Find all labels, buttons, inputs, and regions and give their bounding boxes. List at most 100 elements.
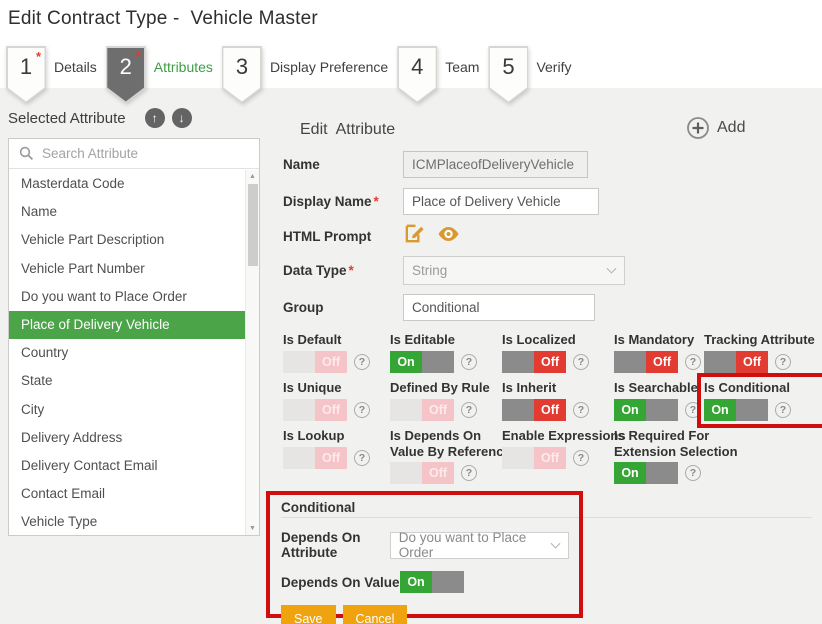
- conditional-section-annotation-box: Conditional Depends On Attribute Do you …: [266, 491, 583, 618]
- data-type-select[interactable]: String: [403, 256, 625, 285]
- help-icon[interactable]: ?: [573, 450, 589, 466]
- help-icon[interactable]: ?: [775, 354, 791, 370]
- toggle-switch[interactable]: On: [614, 399, 678, 421]
- move-down-button[interactable]: ↓: [172, 108, 192, 128]
- attribute-list-item[interactable]: Vehicle Part Number: [9, 255, 245, 283]
- name-input[interactable]: ICMPlaceofDeliveryVehicle: [403, 151, 588, 178]
- scrollbar[interactable]: ▲ ▼: [245, 170, 259, 535]
- wizard-step[interactable]: 1 * Details: [6, 46, 106, 103]
- toggle-label: Is Editable: [390, 332, 498, 348]
- attribute-list-item[interactable]: Masterdata Code: [9, 170, 245, 198]
- wizard-step[interactable]: 4 Team: [397, 46, 488, 103]
- attribute-list-item[interactable]: Delivery Contact Email: [9, 452, 245, 480]
- toggle-label: Is Searchable: [614, 380, 700, 396]
- toggle-switch[interactable]: On: [390, 351, 454, 373]
- step-badge[interactable]: 4: [397, 46, 437, 103]
- step-number: 4: [397, 46, 437, 88]
- toggle-field: Tracking Attribute Off ?: [704, 332, 820, 373]
- toggle-switch[interactable]: Off: [390, 462, 454, 484]
- group-label: Group: [283, 300, 403, 315]
- depends-on-attribute-row: Depends On Attribute Do you want to Plac…: [281, 530, 569, 560]
- attribute-list-item[interactable]: Country: [9, 339, 245, 367]
- sidebar-heading: Selected Attribute: [8, 110, 126, 127]
- attribute-list-item[interactable]: Vehicle Part Description: [9, 226, 245, 254]
- step-badge[interactable]: 1 *: [6, 46, 46, 103]
- toggle-switch[interactable]: Off: [283, 447, 347, 469]
- toggle-field: Defined By Rule Off ?: [390, 380, 502, 421]
- toggle-label: Is Unique: [283, 380, 386, 396]
- toggle-switch[interactable]: Off: [502, 447, 566, 469]
- toggle-switch[interactable]: Off: [704, 351, 768, 373]
- depends-on-value-toggle[interactable]: On: [400, 571, 464, 593]
- wizard-step[interactable]: 2 * Attributes: [106, 46, 222, 103]
- help-icon[interactable]: ?: [354, 402, 370, 418]
- save-button[interactable]: Save: [281, 605, 336, 624]
- toggle-switch[interactable]: Off: [283, 351, 347, 373]
- search-input[interactable]: Search Attribute: [9, 139, 259, 169]
- scroll-up-icon[interactable]: ▲: [246, 173, 259, 180]
- toggle-switch[interactable]: Off: [390, 399, 454, 421]
- attribute-list-item[interactable]: Place of Delivery Vehicle: [9, 311, 245, 339]
- scroll-down-icon[interactable]: ▼: [246, 525, 259, 532]
- toggle-label: Is Mandatory: [614, 332, 700, 348]
- toggle-label: Defined By Rule: [390, 380, 498, 396]
- help-icon[interactable]: ?: [354, 450, 370, 466]
- help-icon[interactable]: ?: [354, 354, 370, 370]
- depends-on-attribute-select[interactable]: Do you want to Place Order: [390, 532, 569, 559]
- help-icon[interactable]: ?: [573, 354, 589, 370]
- attribute-list-item[interactable]: Contact Email: [9, 480, 245, 508]
- attribute-list-item[interactable]: Name: [9, 198, 245, 226]
- html-prompt-label: HTML Prompt: [283, 229, 403, 244]
- help-icon[interactable]: ?: [685, 354, 701, 370]
- required-asterisk: *: [349, 263, 354, 278]
- help-icon[interactable]: ?: [685, 402, 701, 418]
- toggle-switch[interactable]: Off: [502, 351, 566, 373]
- toggle-switch[interactable]: Off: [283, 399, 347, 421]
- data-type-field-row: Data Type* String: [283, 256, 625, 284]
- arrow-up-icon: ↑: [152, 111, 158, 125]
- wizard-step[interactable]: 3 Display Preference: [222, 46, 397, 103]
- toggle-field: Is Default Off ?: [283, 332, 390, 373]
- content-area: Selected Attribute ↑ ↓ Search Attribute …: [0, 88, 822, 624]
- toggle-switch[interactable]: On: [704, 399, 768, 421]
- group-input[interactable]: Conditional: [403, 294, 595, 321]
- required-asterisk: *: [374, 194, 379, 209]
- edit-html-prompt-button[interactable]: [403, 222, 426, 250]
- toggle-field: Is Inherit Off ?: [502, 380, 614, 421]
- step-label: Verify: [528, 46, 580, 88]
- attribute-list-item[interactable]: Vehicle Type: [9, 508, 245, 535]
- toggle-label: Is Required For: [614, 428, 700, 444]
- wizard-step[interactable]: 5 Verify: [488, 46, 580, 103]
- toggle-switch[interactable]: Off: [614, 351, 678, 373]
- toggle-field: Enable Expressions Off ?: [502, 428, 614, 484]
- toggle-label: Tracking Attribute: [704, 332, 816, 348]
- display-name-input[interactable]: Place of Delivery Vehicle: [403, 188, 599, 215]
- sidebar-header: Selected Attribute ↑ ↓: [8, 108, 192, 128]
- move-up-button[interactable]: ↑: [145, 108, 165, 128]
- scrollbar-thumb[interactable]: [248, 184, 258, 266]
- toggle-switch[interactable]: On: [614, 462, 678, 484]
- toggle-switch[interactable]: Off: [502, 399, 566, 421]
- toggle-label-line2: Extension Selection: [614, 444, 700, 460]
- cancel-button[interactable]: Cancel: [343, 605, 408, 624]
- help-icon[interactable]: ?: [461, 465, 477, 481]
- attribute-list-item[interactable]: Delivery Address: [9, 424, 245, 452]
- help-icon[interactable]: ?: [685, 465, 701, 481]
- attribute-list-item[interactable]: Do you want to Place Order: [9, 283, 245, 311]
- step-number: 5: [488, 46, 528, 88]
- name-label: Name: [283, 157, 403, 172]
- help-icon[interactable]: ?: [461, 354, 477, 370]
- step-badge[interactable]: 2 *: [106, 46, 146, 103]
- add-attribute-button[interactable]: Add: [686, 116, 745, 140]
- attribute-list-item[interactable]: State: [9, 367, 245, 395]
- help-icon[interactable]: ?: [461, 402, 477, 418]
- step-label: Display Preference: [262, 46, 397, 88]
- step-badge[interactable]: 3: [222, 46, 262, 103]
- step-badge[interactable]: 5: [488, 46, 528, 103]
- attribute-list-item[interactable]: City: [9, 396, 245, 424]
- help-icon[interactable]: ?: [775, 402, 791, 418]
- preview-html-prompt-button[interactable]: [436, 224, 461, 249]
- toggle-field: Is Localized Off ?: [502, 332, 614, 373]
- help-icon[interactable]: ?: [573, 402, 589, 418]
- conditional-buttons-row: Save Cancel: [281, 605, 569, 624]
